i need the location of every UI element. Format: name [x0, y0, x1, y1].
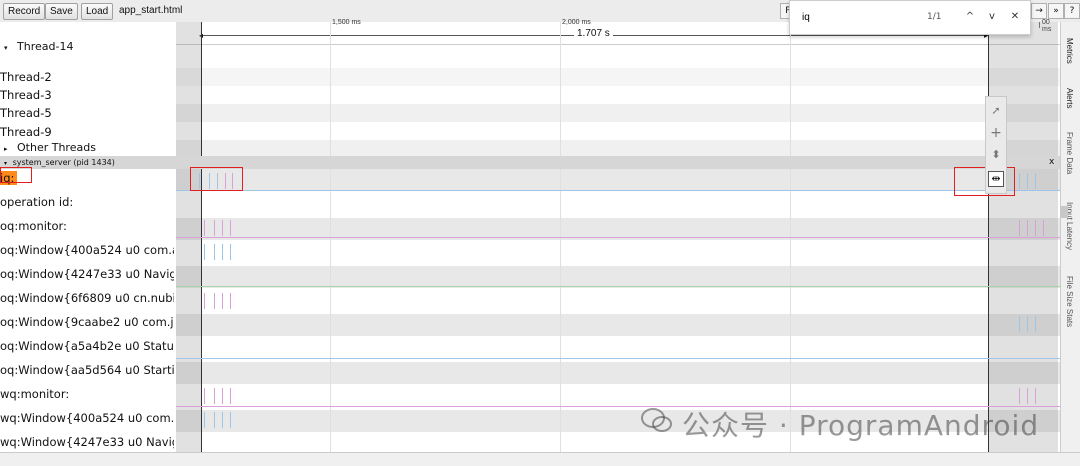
process-label: system_server (pid 1434)	[12, 158, 115, 167]
counter-track[interactable]: oq:Window{9caabe2 u0 com.jingdong	[0, 315, 174, 329]
counter-line	[176, 190, 1060, 191]
arrow-right-icon[interactable]: →	[1031, 3, 1047, 19]
track-row	[176, 140, 1060, 156]
annotation-box-label	[0, 167, 32, 183]
find-result-count: 1/1	[927, 12, 942, 22]
counter-track[interactable]: oq:Window{400a524 u0 com.android	[0, 243, 174, 257]
track-row	[176, 314, 1060, 336]
watermark-text: 公众号 · ProgramAndroid	[682, 409, 1040, 442]
pan-move-icon[interactable]: +	[988, 125, 1004, 141]
thread-track[interactable]: Thread-9	[0, 125, 174, 139]
thread-track[interactable]: Thread-5	[0, 106, 174, 120]
double-arrow-icon[interactable]: »	[1048, 3, 1064, 19]
other-threads-track[interactable]: ▸ Other Threads	[4, 141, 178, 154]
chevron-down-icon[interactable]: v	[983, 8, 1001, 26]
counter-line	[176, 358, 1060, 359]
zoom-icon[interactable]: ⬍	[988, 147, 1004, 163]
thread14-track[interactable]: ▾ Thread-14	[4, 40, 178, 53]
counter-track[interactable]: oq:monitor:	[0, 219, 174, 233]
chevron-up-icon[interactable]: ^	[961, 8, 979, 26]
file-size-stats-tab[interactable]: File Size Stats	[1065, 276, 1074, 327]
counter-track[interactable]: operation id:	[0, 195, 174, 209]
find-input[interactable]	[800, 11, 924, 24]
counter-track[interactable]: wq:monitor:	[0, 387, 174, 401]
thread-track[interactable]: Thread-2	[0, 70, 174, 84]
selection-duration: 1.707 s	[574, 28, 613, 39]
alerts-tab[interactable]: Alerts	[1065, 88, 1074, 108]
process-header[interactable]: ▾ system_server (pid 1434) x	[0, 156, 1060, 169]
counter-line	[176, 237, 1060, 238]
bottom-status-bar	[0, 452, 1080, 466]
record-button[interactable]: Record	[3, 3, 46, 20]
track-row	[176, 266, 1060, 288]
expand-arrow-icon[interactable]: ▸	[4, 145, 8, 153]
scrollbar-thumb[interactable]	[1060, 206, 1068, 218]
load-button[interactable]: Load	[81, 3, 114, 20]
tool-palette: ➚ + ⬍ ⇹	[985, 96, 1007, 194]
thread-track[interactable]: Thread-3	[0, 88, 174, 102]
counter-track[interactable]: oq:Window{4247e33 u0 NavigationBar	[0, 267, 174, 281]
counter-track[interactable]: oq:Window{6f6809 u0 cn.nubia.launcher	[0, 291, 174, 305]
metrics-tab[interactable]: Metrics	[1065, 38, 1074, 64]
wechat-logo-icon	[641, 408, 672, 432]
find-bar: 1/1 ^ v ✕	[789, 0, 1031, 35]
cursor-select-icon[interactable]: ➚	[988, 103, 1004, 119]
analysis-side-panel: Metrics Alerts Frame Data Input Latency …	[1060, 22, 1080, 452]
timing-range-icon[interactable]: ⇹	[988, 171, 1004, 187]
save-button[interactable]: Save	[45, 3, 78, 20]
track-label: Thread-14	[17, 40, 74, 53]
collapse-arrow-icon[interactable]: ▾	[4, 44, 8, 52]
ruler-tick-label: 1,500 ms	[332, 19, 361, 26]
close-icon[interactable]: ✕	[1006, 8, 1024, 26]
track-row	[176, 68, 1060, 86]
track-label: Other Threads	[17, 141, 96, 154]
collapse-arrow-icon[interactable]: ▾	[4, 160, 7, 167]
help-button[interactable]: ?	[1064, 3, 1080, 19]
counter-track[interactable]: wq:Window{400a524 u0 com.android	[0, 411, 174, 425]
trace-filename: app_start.html	[119, 5, 183, 16]
counter-track[interactable]: oq:Window{a5a4b2e u0 StatusBar	[0, 339, 174, 353]
annotation-box-slices	[190, 167, 243, 191]
track-row	[176, 104, 1060, 122]
track-row	[176, 362, 1060, 384]
track-row	[176, 169, 1060, 191]
counter-line	[176, 286, 1060, 287]
ruler-tick-label: 2,000 ms	[562, 19, 591, 26]
close-process-button[interactable]: x	[1049, 156, 1054, 169]
counter-track[interactable]: wq:Window{4247e33 u0 NavigationBar	[0, 435, 174, 449]
counter-track[interactable]: oq:Window{aa5d564 u0 Starting	[0, 363, 174, 377]
frame-data-tab[interactable]: Frame Data	[1065, 132, 1074, 174]
